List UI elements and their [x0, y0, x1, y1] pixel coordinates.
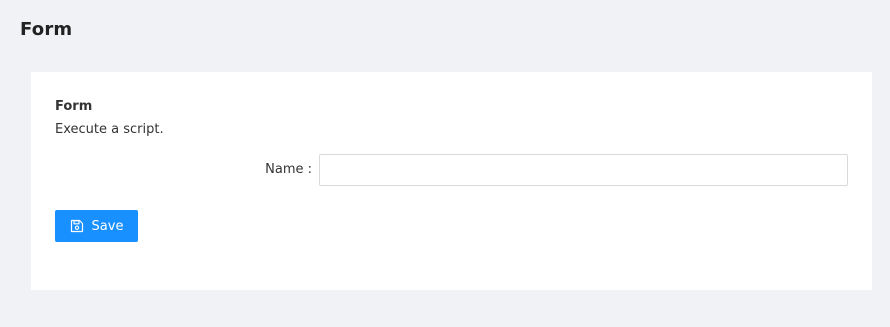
save-icon — [70, 219, 84, 233]
save-button[interactable]: Save — [55, 210, 138, 242]
save-button-label: Save — [91, 218, 124, 234]
card-title: Form — [55, 99, 93, 114]
name-label: Name : — [265, 162, 312, 177]
name-input[interactable] — [319, 154, 848, 186]
page-title: Form — [20, 19, 73, 40]
form-card: Form Execute a script. Name : Save — [31, 72, 872, 290]
card-description: Execute a script. — [55, 122, 164, 137]
name-field-row: Name : — [31, 154, 872, 186]
